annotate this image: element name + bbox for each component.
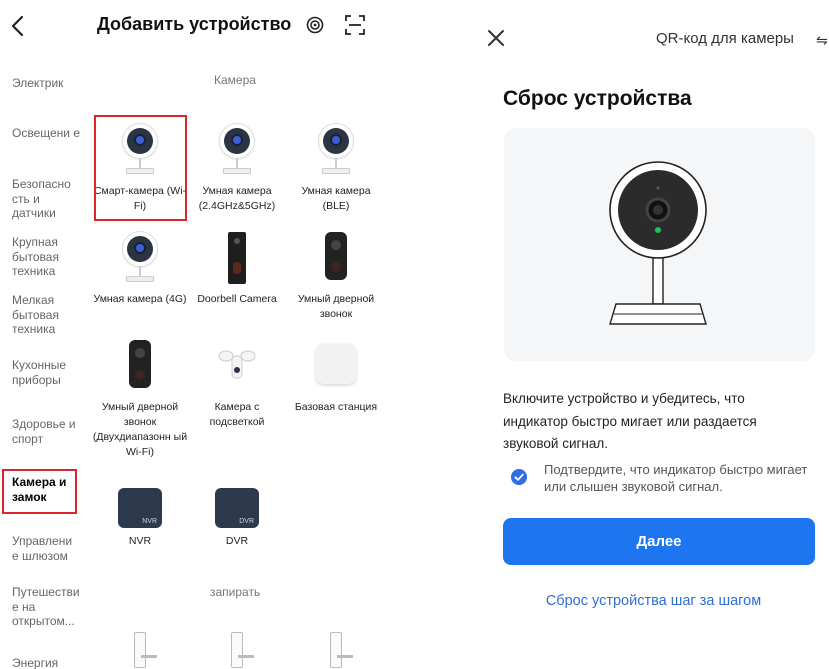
indoor-camera-icon	[207, 124, 267, 180]
device-name: Базовая станция	[294, 401, 378, 413]
category-item[interactable]: Электрик	[12, 76, 82, 91]
doorbell-icon	[207, 232, 267, 288]
door-lock-icon	[110, 628, 170, 669]
nearby-scan-icon[interactable]	[306, 16, 324, 34]
device-name: Камера с подсветкой	[209, 401, 265, 428]
device-name: Умный дверной звонок (Двухдиапазонн ый W…	[92, 401, 188, 458]
close-icon[interactable]	[486, 28, 506, 48]
indoor-camera-icon	[609, 161, 707, 325]
stepwise-reset-link[interactable]: Сброс устройства шаг за шагом	[478, 593, 829, 609]
device-tile[interactable]: Камера с подсветкой	[189, 340, 285, 430]
category-list: Электрик Освещени е Безопасно сть и датч…	[0, 52, 88, 669]
device-tile[interactable]: Умный дверной звонок	[288, 232, 380, 322]
device-name: Умная камера (2.4GHz&5GHz)	[198, 185, 276, 212]
category-item[interactable]: Здоровье и спорт	[12, 417, 82, 446]
device-tile[interactable]: NVR NVR	[92, 486, 188, 549]
device-name: NVR	[128, 535, 152, 547]
indoor-camera-icon	[306, 124, 366, 180]
category-item[interactable]: Безопасно сть и датчики	[12, 177, 82, 221]
camera-qr-code-link[interactable]: QR-код для камеры	[656, 30, 794, 47]
category-item[interactable]: Крупная бытовая техника	[12, 235, 82, 279]
reset-device-screen: QR-код для камеры ⇋ Сброс устройства Вкл…	[478, 0, 829, 669]
section-label-lock: запирать	[210, 585, 261, 599]
category-item[interactable]: Мелкая бытовая техника	[12, 293, 82, 337]
device-tile[interactable]: DVR DVR	[189, 486, 285, 549]
lock-tile[interactable]	[189, 628, 285, 669]
device-tile[interactable]: Умная камера (4G)	[92, 232, 188, 307]
dvr-icon: DVR	[207, 486, 267, 530]
base-station-icon	[306, 340, 366, 396]
door-lock-icon	[306, 628, 366, 669]
device-tile[interactable]: Умная камера (BLE)	[288, 124, 380, 214]
device-tile[interactable]: Базовая станция	[288, 340, 380, 415]
category-item[interactable]: Управлени е шлюзом	[12, 534, 82, 563]
device-name: DVR	[225, 535, 249, 547]
device-tile[interactable]: Doorbell Camera	[189, 232, 285, 307]
category-item[interactable]: Освещени е	[12, 126, 82, 141]
dvr-tag: DVR	[239, 518, 254, 525]
top-bar: Добавить устройство	[0, 0, 380, 52]
doorbell-icon	[110, 340, 170, 396]
qr-scan-icon[interactable]	[345, 15, 365, 35]
device-name: Умный дверной звонок	[297, 293, 375, 320]
add-device-screen: Добавить устройство Электрик Освещени е …	[0, 0, 380, 669]
indoor-camera-icon	[110, 232, 170, 288]
page-title: Добавить устройство	[97, 14, 292, 34]
page-title: Сброс устройства	[503, 87, 692, 110]
floodlight-camera-icon	[207, 340, 267, 396]
section-label-camera: Камера	[214, 73, 256, 87]
door-lock-icon	[207, 628, 267, 669]
device-name: Умная камера (4G)	[93, 293, 187, 305]
reset-instructions: Включите устройство и убедитесь, что инд…	[503, 391, 757, 451]
device-name: Doorbell Camera	[197, 293, 277, 305]
lock-tile[interactable]	[92, 628, 188, 669]
lock-tile[interactable]	[288, 628, 380, 669]
category-item[interactable]: Кухонные приборы	[12, 358, 82, 387]
confirm-label: Подтвердите, что индикатор быстро мигает…	[544, 462, 808, 494]
doorbell-icon	[306, 232, 366, 288]
back-icon[interactable]	[8, 13, 28, 39]
device-tile[interactable]: Умная камера (2.4GHz&5GHz)	[189, 124, 285, 214]
swap-icon[interactable]: ⇋	[816, 32, 828, 49]
nvr-icon: NVR	[110, 486, 170, 530]
device-highlight-box	[94, 115, 187, 221]
category-item[interactable]: Путешестви е на открытом...	[12, 585, 82, 629]
camera-illustration-card	[504, 128, 815, 361]
nvr-tag: NVR	[142, 518, 157, 525]
device-name: Умная камера (BLE)	[301, 185, 371, 212]
next-button[interactable]: Далее	[503, 518, 815, 565]
category-item[interactable]: Энергия	[12, 656, 82, 669]
checkbox-checked-icon[interactable]	[511, 469, 527, 485]
category-highlight-box	[2, 469, 77, 514]
device-tile[interactable]: Умный дверной звонок (Двухдиапазонн ый W…	[92, 340, 188, 460]
